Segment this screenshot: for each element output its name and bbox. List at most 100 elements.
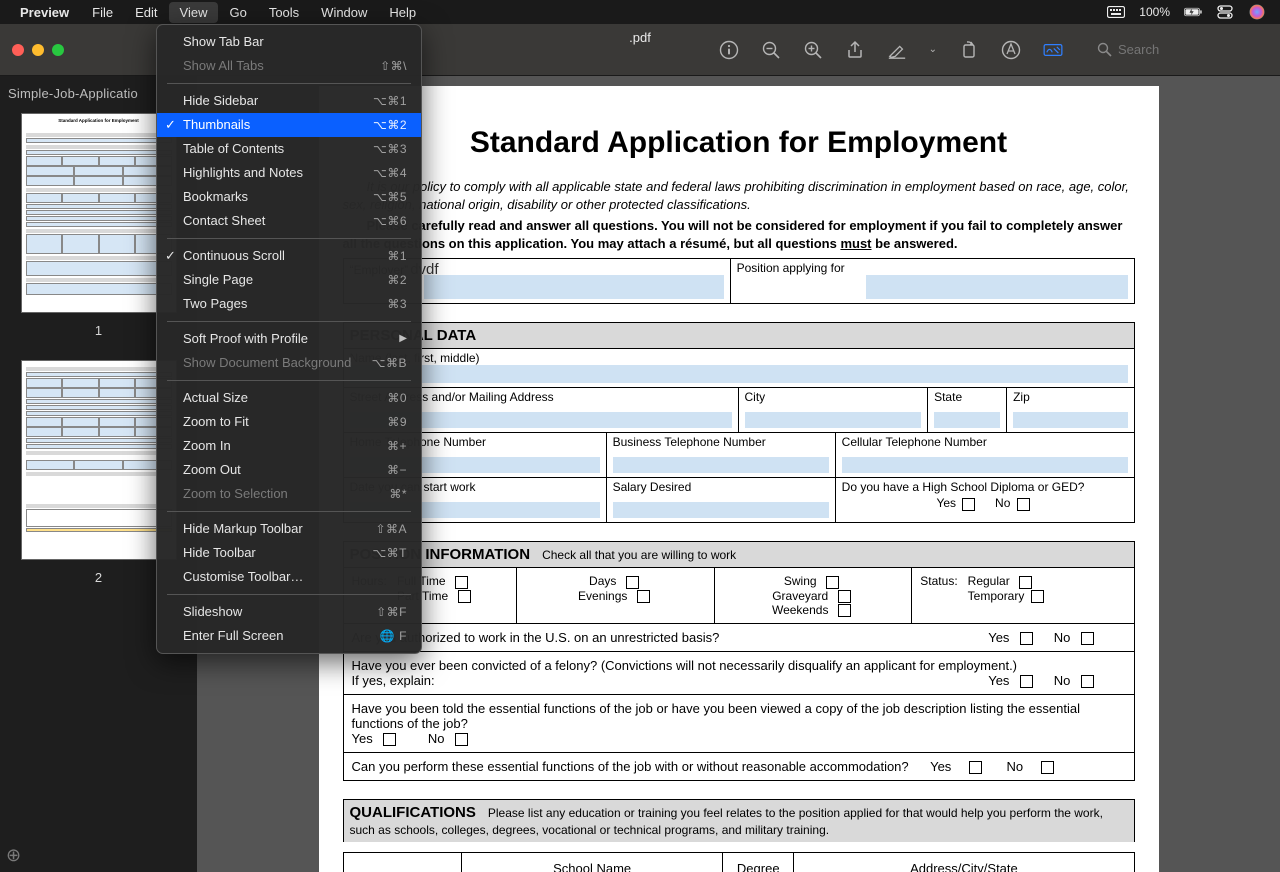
form-fill-icon[interactable] bbox=[1043, 40, 1063, 60]
markup-icon[interactable] bbox=[1001, 40, 1021, 60]
search-icon bbox=[1097, 42, 1112, 57]
add-page-button[interactable]: ⊕ bbox=[6, 845, 21, 866]
menu-help[interactable]: Help bbox=[378, 2, 427, 23]
salary-field[interactable] bbox=[613, 502, 829, 518]
view-menu-item[interactable]: Two Pages⌘3 bbox=[157, 292, 421, 316]
salary-label: Salary Desired bbox=[613, 480, 692, 494]
instructions-text: Please carefully read and answer all que… bbox=[343, 217, 1135, 252]
menu-edit[interactable]: Edit bbox=[124, 2, 168, 23]
highlight-dropdown-icon[interactable]: ⌄ bbox=[929, 44, 937, 55]
biz-tel-field[interactable] bbox=[613, 457, 829, 473]
rotate-icon[interactable] bbox=[959, 40, 979, 60]
thumbnail-2-label: 2 bbox=[20, 564, 177, 601]
graveyard-checkbox[interactable] bbox=[838, 590, 851, 603]
zoom-out-icon[interactable] bbox=[761, 40, 781, 60]
menu-tools[interactable]: Tools bbox=[258, 2, 310, 23]
view-menu-item[interactable]: Bookmarks⌥⌘5 bbox=[157, 185, 421, 209]
control-center-icon[interactable] bbox=[1216, 5, 1234, 19]
diploma-yes-checkbox[interactable] bbox=[962, 498, 975, 511]
view-menu-item[interactable]: Hide Sidebar⌥⌘1 bbox=[157, 89, 421, 113]
state-field[interactable] bbox=[934, 412, 1000, 428]
functions-no-checkbox[interactable] bbox=[455, 733, 468, 746]
evenings-checkbox[interactable] bbox=[637, 590, 650, 603]
felony-no-checkbox[interactable] bbox=[1081, 675, 1094, 688]
view-menu-item[interactable]: Highlights and Notes⌥⌘4 bbox=[157, 161, 421, 185]
parttime-checkbox[interactable] bbox=[458, 590, 471, 603]
policy-text: It is our policy to comply with all appl… bbox=[343, 178, 1135, 213]
view-menu-item[interactable]: Hide Toolbar⌥⌘T bbox=[157, 541, 421, 565]
view-menu-item[interactable]: Soft Proof with Profile▶ bbox=[157, 327, 421, 351]
temporary-checkbox[interactable] bbox=[1031, 590, 1044, 603]
view-menu-item[interactable]: Contact Sheet⌥⌘6 bbox=[157, 209, 421, 233]
fulltime-checkbox[interactable] bbox=[455, 576, 468, 589]
search-field[interactable] bbox=[1097, 42, 1268, 57]
diploma-no-checkbox[interactable] bbox=[1017, 498, 1030, 511]
weekends-checkbox[interactable] bbox=[838, 604, 851, 617]
regular-checkbox[interactable] bbox=[1019, 576, 1032, 589]
battery-percent: 100% bbox=[1139, 5, 1170, 19]
cell-tel-field[interactable] bbox=[842, 457, 1128, 473]
functions-yes-checkbox[interactable] bbox=[383, 733, 396, 746]
functions-question: Have you been told the essential functio… bbox=[352, 701, 1080, 731]
days-checkbox[interactable] bbox=[626, 576, 639, 589]
window-controls bbox=[12, 44, 64, 56]
view-menu-item: Zoom to Selection⌘* bbox=[157, 482, 421, 506]
city-label: City bbox=[745, 390, 766, 404]
view-menu-item[interactable]: Zoom In⌘+ bbox=[157, 434, 421, 458]
felony-question: Have you ever been convicted of a felony… bbox=[352, 658, 1018, 673]
page-thumbnail-2[interactable] bbox=[21, 360, 177, 560]
biz-tel-label: Business Telephone Number bbox=[613, 435, 766, 449]
swing-checkbox[interactable] bbox=[826, 576, 839, 589]
auth-yes-checkbox[interactable] bbox=[1020, 632, 1033, 645]
minimize-window-button[interactable] bbox=[32, 44, 44, 56]
name-field[interactable] bbox=[350, 365, 1128, 383]
employer-field[interactable] bbox=[424, 275, 724, 299]
view-menu-item[interactable]: Enter Full Screen🌐 F bbox=[157, 624, 421, 648]
auth-no-checkbox[interactable] bbox=[1081, 632, 1094, 645]
qualifications-header: QUALIFICATIONSPlease list any education … bbox=[343, 799, 1135, 842]
siri-icon[interactable] bbox=[1248, 5, 1266, 19]
perform-yes-checkbox[interactable] bbox=[969, 761, 982, 774]
menu-go[interactable]: Go bbox=[218, 2, 257, 23]
menu-window[interactable]: Window bbox=[310, 2, 378, 23]
perform-question: Can you perform these essential function… bbox=[352, 759, 909, 774]
close-window-button[interactable] bbox=[12, 44, 24, 56]
app-name: Preview bbox=[0, 5, 81, 20]
diploma-label: Do you have a High School Diploma or GED… bbox=[842, 480, 1085, 494]
menu-view[interactable]: View bbox=[169, 2, 219, 23]
document-title: .pdf bbox=[629, 30, 651, 45]
felony-explain-label: If yes, explain: bbox=[352, 673, 435, 688]
highlight-icon[interactable] bbox=[887, 40, 907, 60]
view-menu-item[interactable]: ✓Continuous Scroll⌘1 bbox=[157, 244, 421, 268]
view-menu-item[interactable]: Slideshow⇧⌘F bbox=[157, 600, 421, 624]
view-menu-item[interactable]: Zoom to Fit⌘9 bbox=[157, 410, 421, 434]
page-thumbnail-1[interactable]: Standard Application for Employment bbox=[21, 113, 177, 313]
view-menu-item[interactable]: Table of Contents⌥⌘3 bbox=[157, 137, 421, 161]
view-menu-item[interactable]: Single Page⌘2 bbox=[157, 268, 421, 292]
view-menu-item[interactable]: Show Tab Bar bbox=[157, 30, 421, 54]
view-menu-item[interactable]: Zoom Out⌘− bbox=[157, 458, 421, 482]
view-menu-item[interactable]: Hide Markup Toolbar⇧⌘A bbox=[157, 517, 421, 541]
personal-data-header: PERSONAL DATA bbox=[343, 322, 1135, 349]
position-label: Position applying for bbox=[737, 261, 845, 275]
view-menu-item[interactable]: Actual Size⌘0 bbox=[157, 386, 421, 410]
view-menu-item[interactable]: Customise Toolbar… bbox=[157, 565, 421, 589]
position-field[interactable] bbox=[866, 275, 1128, 299]
system-menubar: Preview File Edit View Go Tools Window H… bbox=[0, 0, 1280, 24]
zoom-in-icon[interactable] bbox=[803, 40, 823, 60]
keyboard-icon[interactable] bbox=[1107, 5, 1125, 19]
info-icon[interactable] bbox=[719, 40, 739, 60]
share-icon[interactable] bbox=[845, 40, 865, 60]
view-menu-dropdown: Show Tab BarShow All Tabs⇧⌘\Hide Sidebar… bbox=[156, 24, 422, 654]
felony-yes-checkbox[interactable] bbox=[1020, 675, 1033, 688]
search-input[interactable] bbox=[1118, 42, 1268, 57]
menu-file[interactable]: File bbox=[81, 2, 124, 23]
perform-no-checkbox[interactable] bbox=[1041, 761, 1054, 774]
view-menu-item[interactable]: ✓Thumbnails⌥⌘2 bbox=[157, 113, 421, 137]
city-field[interactable] bbox=[745, 412, 922, 428]
position-info-header: POSITION INFORMATIONCheck all that you a… bbox=[343, 541, 1135, 568]
zip-field[interactable] bbox=[1013, 412, 1127, 428]
thumbnail-1-label: 1 bbox=[20, 317, 177, 354]
fullscreen-window-button[interactable] bbox=[52, 44, 64, 56]
pdf-page-1: Standard Application for Employment It i… bbox=[319, 86, 1159, 872]
